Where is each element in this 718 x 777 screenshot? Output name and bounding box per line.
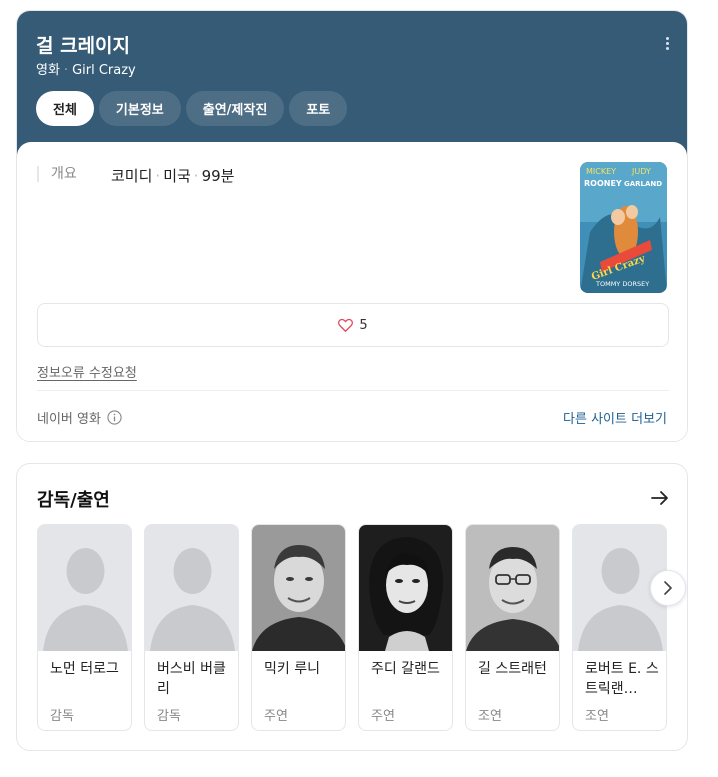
divider — [37, 390, 669, 391]
tab-cast-crew[interactable]: 출연/제작진 — [185, 91, 285, 126]
person-card[interactable]: 길 스트래턴 조연 — [465, 524, 560, 731]
cast-list: 노먼 터로그 감독 버스비 버클리 감독 믹키 루니 주연 주디 갈랜드 주연 … — [37, 524, 667, 731]
more-options-icon[interactable] — [661, 37, 673, 53]
tab-photo[interactable]: 포토 — [289, 91, 348, 126]
info-icon[interactable] — [107, 410, 122, 425]
poster-text-dorsey: TOMMY DORSEY — [595, 280, 649, 288]
person-silhouette-icon — [145, 525, 238, 651]
person-card[interactable]: 버스비 버클리 감독 — [144, 524, 239, 731]
person-role: 주연 — [371, 709, 395, 724]
movie-subtitle: 영화 · Girl Crazy — [36, 63, 136, 78]
person-role: 조연 — [585, 709, 609, 724]
person-portrait-image — [466, 525, 559, 651]
person-silhouette-icon — [38, 525, 131, 651]
tab-basic-info[interactable]: 기본정보 — [98, 91, 181, 126]
poster-text-garland: GARLAND — [624, 180, 662, 188]
person-photo — [466, 525, 559, 651]
arrow-right-icon[interactable] — [651, 490, 669, 506]
person-photo-placeholder — [38, 525, 131, 651]
movie-info-card: 걸 크레이지 영화 · Girl Crazy 전체 기본정보 출연/제작진 포토 개… — [16, 10, 688, 442]
category-label: 영화 — [36, 63, 60, 78]
overview-section: 개요 코미디 · 미국 · 99분 MICKEY JUDY ROONEY GARLAND… — [17, 142, 687, 441]
person-name: 로버트 E. 스트릭랜… — [585, 661, 659, 697]
person-name: 길 스트래턴 — [478, 661, 547, 677]
cast-crew-card: 감독/출연 노먼 터로그 감독 버스비 버클리 감독 믹키 루니 주연 주디 갈… — [16, 463, 688, 751]
person-name: 주디 갈랜드 — [371, 661, 440, 677]
source-label: 네이버 영화 — [37, 412, 101, 427]
tab-bar: 전체 기본정보 출연/제작진 포토 — [36, 91, 348, 126]
cast-heading[interactable]: 감독/출연 — [37, 486, 110, 512]
poster-image: MICKEY JUDY ROONEY GARLAND Girl Crazy TO… — [580, 162, 667, 293]
overview-label: 개요 — [37, 166, 77, 182]
more-sites-link[interactable]: 다른 사이트 더보기 — [563, 408, 667, 427]
source-info: 네이버 영화 — [37, 408, 122, 427]
poster-text-mickey: MICKEY — [586, 167, 616, 176]
country-value: 미국 — [163, 167, 191, 185]
report-error-link[interactable]: 정보오류 수정요청 — [37, 362, 137, 381]
genre-value: 코미디 — [111, 167, 153, 185]
person-name: 버스비 버클리 — [157, 661, 226, 697]
person-name: 믹키 루니 — [264, 661, 320, 677]
overview-value: 코미디 · 미국 · 99분 — [111, 167, 235, 185]
tab-all[interactable]: 전체 — [36, 91, 94, 126]
person-photo — [252, 525, 345, 651]
person-card[interactable]: 로버트 E. 스트릭랜… 조연 — [572, 524, 667, 731]
like-button[interactable]: 5 — [37, 303, 669, 347]
heart-icon — [338, 318, 354, 332]
poster-text-rooney: ROONEY — [584, 179, 622, 188]
movie-poster[interactable]: MICKEY JUDY ROONEY GARLAND Girl Crazy TO… — [580, 162, 667, 293]
original-title: Girl Crazy — [72, 63, 136, 78]
poster-text-judy: JUDY — [631, 167, 651, 176]
person-photo — [359, 525, 452, 651]
person-role: 조연 — [478, 709, 502, 724]
person-photo-placeholder — [145, 525, 238, 651]
person-role: 감독 — [50, 709, 74, 724]
person-card[interactable]: 노먼 터로그 감독 — [37, 524, 132, 731]
person-name: 노먼 터로그 — [50, 661, 119, 677]
person-role: 주연 — [264, 709, 288, 724]
movie-title[interactable]: 걸 크레이지 — [36, 31, 130, 58]
person-portrait-image — [252, 525, 345, 651]
person-card[interactable]: 주디 갈랜드 주연 — [358, 524, 453, 731]
movie-header: 걸 크레이지 영화 · Girl Crazy 전체 기본정보 출연/제작진 포토 — [17, 11, 687, 161]
runtime-value: 99분 — [201, 167, 235, 185]
person-portrait-image — [359, 525, 452, 651]
person-role: 감독 — [157, 709, 181, 724]
carousel-next-button[interactable] — [650, 570, 686, 606]
chevron-right-icon — [664, 581, 672, 595]
person-card[interactable]: 믹키 루니 주연 — [251, 524, 346, 731]
like-count: 5 — [359, 317, 368, 333]
